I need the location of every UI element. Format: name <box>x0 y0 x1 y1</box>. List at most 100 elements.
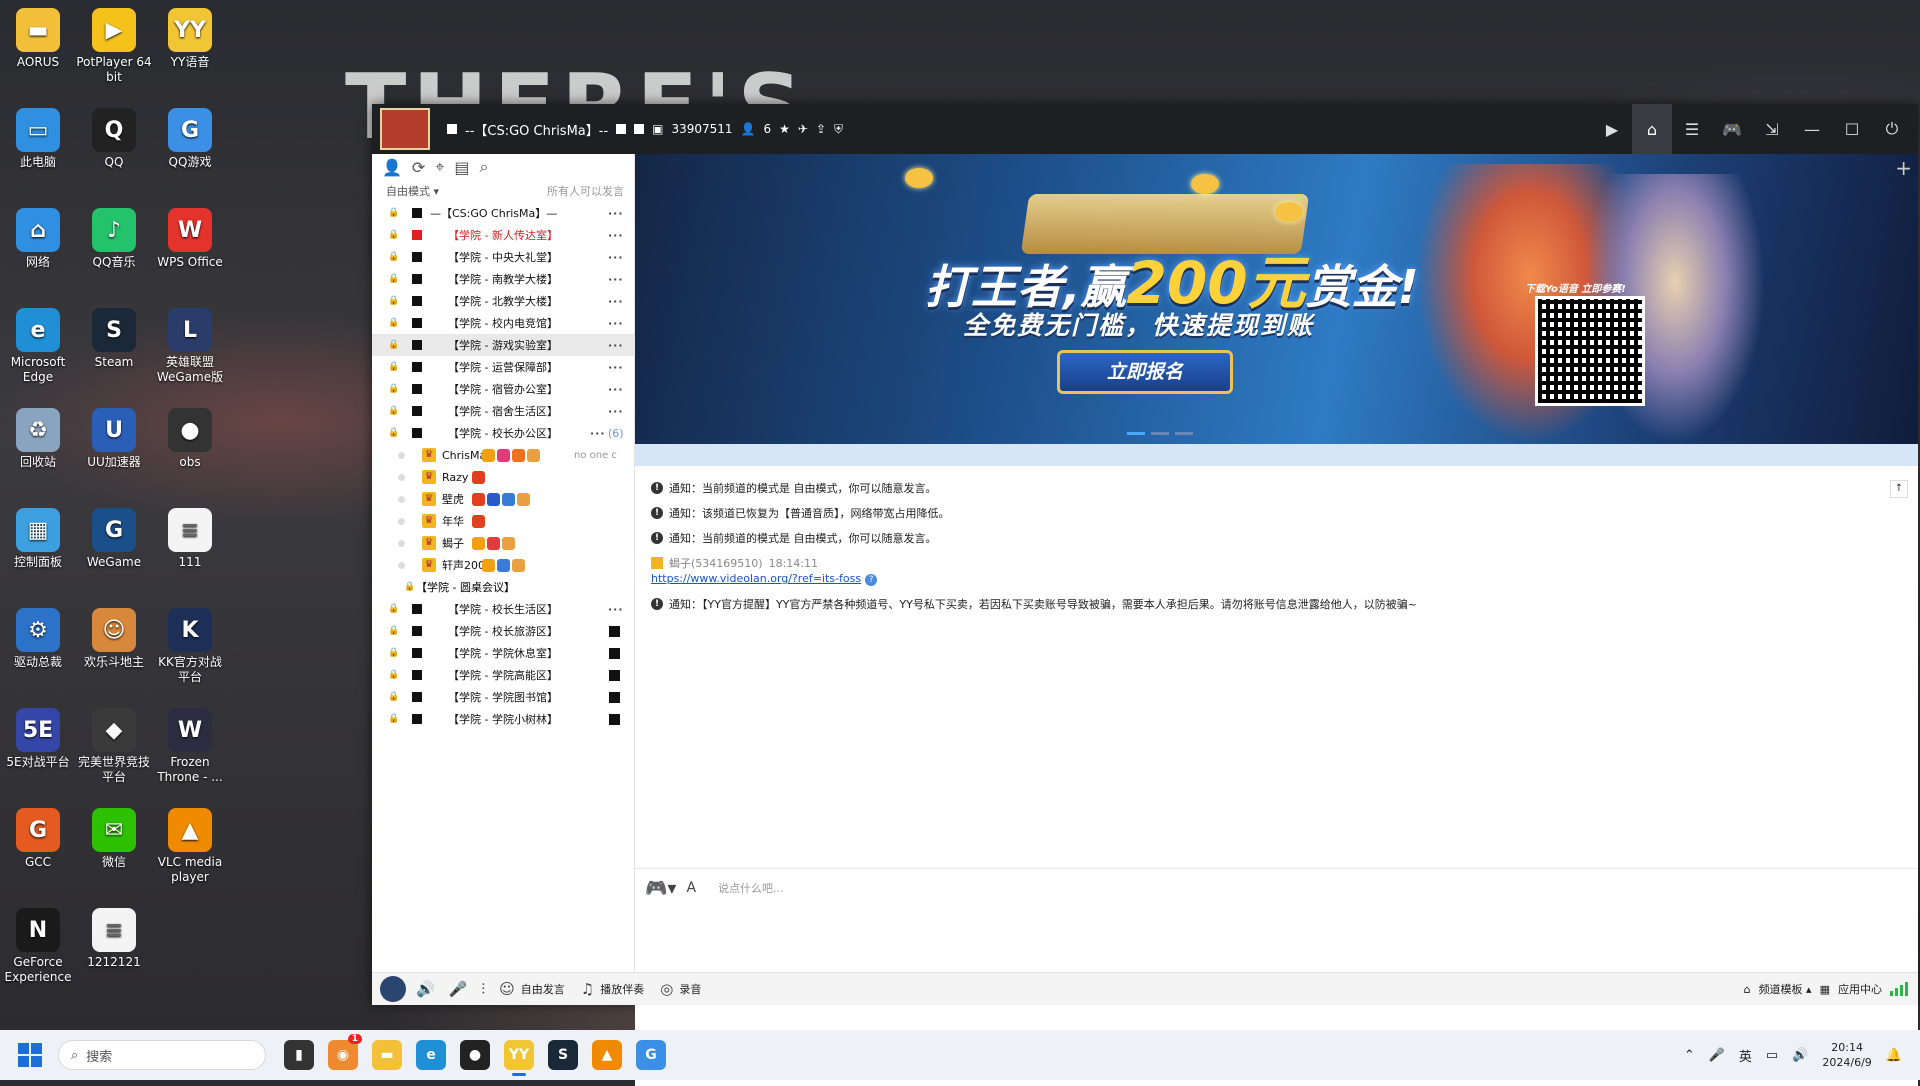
subchannel-item[interactable]: 🔒 【学院 - 圆桌会议】 <box>372 576 634 598</box>
message-link[interactable]: https://www.videolan.org/?ref=its-foss? <box>651 572 878 586</box>
more-icon[interactable]: ··· <box>590 427 606 440</box>
banner-pager[interactable] <box>1127 432 1193 435</box>
volume-icon[interactable]: 🔊 <box>1792 1048 1808 1063</box>
chevron-up-icon[interactable]: ⌃ <box>1684 1048 1695 1063</box>
refresh-icon[interactable]: ⟳ <box>412 158 425 177</box>
more-icon[interactable]: ··· <box>608 251 624 264</box>
desktop-icon-kk[interactable]: K KK官方对战 平台 <box>152 608 228 685</box>
gamepad-dropdown-icon[interactable]: 🎮▾ <box>645 878 676 899</box>
desktop-icon-document[interactable]: ≡ 1212121 <box>76 908 152 970</box>
obs-taskbar-icon[interactable]: ● <box>460 1040 490 1070</box>
user-item[interactable]: ♛ 蝎子 <box>372 532 634 554</box>
desktop-icon-qq-penguin[interactable]: Q QQ <box>76 108 152 170</box>
font-icon[interactable]: A <box>686 880 696 896</box>
channel-item[interactable]: 🔒 【学院 - 游戏实验室】 ··· <box>372 334 634 356</box>
user-item[interactable]: ♛ 轩声2009 <box>372 554 634 576</box>
desktop-icon-driver[interactable]: ⚙ 驱动总裁 <box>0 608 76 670</box>
favorite-star-icon[interactable]: ★ <box>779 122 790 136</box>
channel-item[interactable]: 🔒 【学院 - 运营保障部】 ··· <box>372 356 634 378</box>
channel-item[interactable]: 🔒 【学院 - 学院图书馆】 <box>372 686 634 708</box>
desktop-icon-uu[interactable]: U UU加速器 <box>76 408 152 470</box>
add-icon[interactable]: + <box>1895 156 1912 180</box>
channel-item[interactable]: 🔒 【学院 - 南教学大楼】 ··· <box>372 268 634 290</box>
more-icon[interactable]: ··· <box>608 295 624 308</box>
desktop-icon-computer[interactable]: ▭ 此电脑 <box>0 108 76 170</box>
channel-item[interactable]: 🔒 【学院 - 宿管办公室】 ··· <box>372 378 634 400</box>
microphone-icon[interactable]: 🎤 <box>449 980 468 998</box>
collapse-icon[interactable]: ⇲ <box>1752 104 1792 154</box>
play-music-button[interactable]: ♫ 播放伴奏 <box>581 980 644 998</box>
desktop-icon-obs[interactable]: ● obs <box>152 408 228 470</box>
desktop-icon-lol[interactable]: L 英雄联盟 WeGame版 <box>152 308 228 385</box>
desktop-icon-5e[interactable]: 5E 5E对战平台 <box>0 708 76 770</box>
channel-item[interactable]: 🔒 【学院 - 学院小树林】 <box>372 708 634 730</box>
channel-item[interactable]: 🔒 【学院 - 新人传达室】 ··· <box>372 224 634 246</box>
free-speech-button[interactable]: ☺ 自由发言 <box>499 980 565 998</box>
scroll-top-icon[interactable]: ↑ <box>1890 480 1908 498</box>
desktop-icon-nvidia[interactable]: N GeForce Experience <box>0 908 76 985</box>
network-tray-icon[interactable]: ▭ <box>1766 1048 1778 1063</box>
notification-bell-icon[interactable]: 🔔 <box>1886 1048 1902 1063</box>
desktop-icon-network[interactable]: ⌂ 网络 <box>0 208 76 270</box>
promo-banner[interactable]: 打王者,赢200元赏金! 全免费无门槛，快速提现到账 立即报名 下载Yo语音 立… <box>635 154 1918 444</box>
channel-item[interactable]: 🔒 【学院 - 校长生活区】 ··· <box>372 598 634 620</box>
file-explorer-icon[interactable]: ▬ <box>372 1040 402 1070</box>
desktop-icon-qq-music[interactable]: ♪ QQ音乐 <box>76 208 152 270</box>
channel-item[interactable]: 🔒 【学院 - 宿舍生活区】 ··· <box>372 400 634 422</box>
desktop-icon-vlc[interactable]: ▲ VLC media player <box>152 808 228 885</box>
share-icon[interactable]: ⇪ <box>816 122 826 136</box>
video-icon[interactable]: ▶ <box>1592 104 1632 154</box>
desktop-icon-recycle-bin[interactable]: ♻ 回收站 <box>0 408 76 470</box>
gamepad-icon[interactable]: 🎮 <box>1712 104 1752 154</box>
message-input[interactable]: 说点什么吧... <box>718 880 784 896</box>
start-button[interactable] <box>18 1043 42 1067</box>
user-item[interactable]: ♛ Razy <box>372 466 634 488</box>
more-icon[interactable]: ··· <box>608 229 624 242</box>
desktop-icon-warcraft[interactable]: W Frozen Throne - ... <box>152 708 228 785</box>
channel-item[interactable]: 🔒 【学院 - 校内电竞馆】 ··· <box>372 312 634 334</box>
desktop-icon-edge[interactable]: e Microsoft Edge <box>0 308 76 385</box>
register-button[interactable]: 立即报名 <box>1057 350 1233 394</box>
taskbar-search[interactable]: ⌕ 搜索 <box>58 1040 266 1070</box>
taskbar-app-notify-icon[interactable]: 1 ◉ <box>328 1034 362 1070</box>
channel-template-button[interactable]: 频道模板 ▴ <box>1759 981 1812 997</box>
yy-taskbar-icon[interactable]: YY <box>504 1040 534 1076</box>
channel-item[interactable]: 🔒 —【CS:GO ChrisMa】— ··· <box>372 202 634 224</box>
notes-icon[interactable]: ▤ <box>454 158 469 177</box>
desktop-icon-qq-game[interactable]: G QQ游戏 <box>152 108 228 170</box>
desktop-icon-wegame[interactable]: G WeGame <box>76 508 152 570</box>
more-icon[interactable]: ··· <box>608 339 624 352</box>
more-icon[interactable]: ··· <box>608 383 624 396</box>
desktop-icon-yy[interactable]: YY YY语音 <box>152 8 228 70</box>
desktop-icon-folder[interactable]: ▬ AORUS <box>0 8 76 70</box>
channel-item[interactable]: 🔒 【学院 - 学院休息室】 <box>372 642 634 664</box>
desktop-icon-gcc[interactable]: G GCC <box>0 808 76 870</box>
more-icon[interactable]: ··· <box>608 405 624 418</box>
sender-name[interactable]: 蝎子(534169510) <box>669 555 763 571</box>
more-icon[interactable]: ··· <box>608 207 624 220</box>
record-button[interactable]: ◎ 录音 <box>660 980 701 998</box>
desktop-icon-wps[interactable]: W WPS Office <box>152 208 228 270</box>
clock[interactable]: 20:14 2024/6/9 <box>1822 1040 1871 1070</box>
desktop-icon-doudizhu[interactable]: ☺ 欢乐斗地主 <box>76 608 152 670</box>
list-icon[interactable]: ☰ <box>1672 104 1712 154</box>
task-view-icon[interactable]: ▮ <box>284 1040 314 1070</box>
shield-icon[interactable]: ⛨ <box>834 122 843 137</box>
app-center-button[interactable]: 应用中心 <box>1838 981 1882 997</box>
desktop-icon-wechat[interactable]: ✉ 微信 <box>76 808 152 870</box>
user-item[interactable]: ♛ 壁虎 <box>372 488 634 510</box>
location-icon[interactable]: ⌖ <box>435 157 444 177</box>
channel-item[interactable]: 🔒 【学院 - 校长旅游区】 <box>372 620 634 642</box>
power-icon[interactable]: ⏻ <box>1872 104 1912 154</box>
more-icon[interactable]: ··· <box>608 317 624 330</box>
maximize-icon[interactable]: ☐ <box>1832 104 1872 154</box>
plane-icon[interactable]: ✈ <box>798 122 808 136</box>
vlc-taskbar-icon[interactable]: ▲ <box>592 1040 622 1070</box>
more-icon[interactable]: ··· <box>608 603 624 616</box>
qq-game-taskbar-icon[interactable]: G <box>636 1040 666 1070</box>
channel-item[interactable]: 🔒 【学院 - 学院高能区】 <box>372 664 634 686</box>
avatar[interactable] <box>380 976 406 1002</box>
more-icon[interactable]: ··· <box>608 361 624 374</box>
minimize-icon[interactable]: — <box>1792 104 1832 154</box>
user-item[interactable]: ♛ ChrisMa no one c <box>372 444 634 466</box>
